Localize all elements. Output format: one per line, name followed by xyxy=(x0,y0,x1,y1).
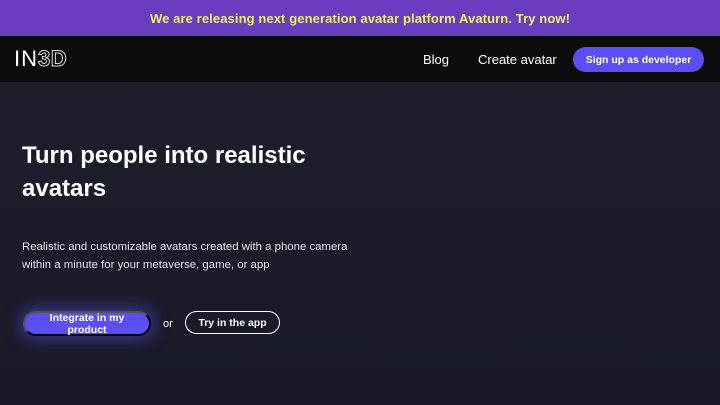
sign-up-developer-button[interactable]: Sign up as developer xyxy=(573,47,704,72)
top-navbar: IN 3D Blog Create avatar Sign up as deve… xyxy=(0,36,720,82)
logo-text-3d: 3D xyxy=(37,46,68,71)
integrate-in-my-product-button[interactable]: Integrate in my product xyxy=(23,311,151,336)
hero-subtitle: Realistic and customizable avatars creat… xyxy=(22,241,348,271)
in3d-logo[interactable]: IN 3D xyxy=(14,46,68,71)
hero-title: Turn people into realistic avatars xyxy=(22,142,306,202)
nav-link-blog[interactable]: Blog xyxy=(423,52,449,67)
announcement-text[interactable]: We are releasing next generation avatar … xyxy=(150,11,570,26)
announcement-banner[interactable]: We are releasing next generation avatar … xyxy=(0,0,720,36)
nav-link-create-avatar[interactable]: Create avatar xyxy=(478,52,557,67)
logo-text-in: IN xyxy=(14,46,38,71)
try-in-the-app-button[interactable]: Try in the app xyxy=(185,311,280,334)
or-separator: or xyxy=(163,318,173,330)
